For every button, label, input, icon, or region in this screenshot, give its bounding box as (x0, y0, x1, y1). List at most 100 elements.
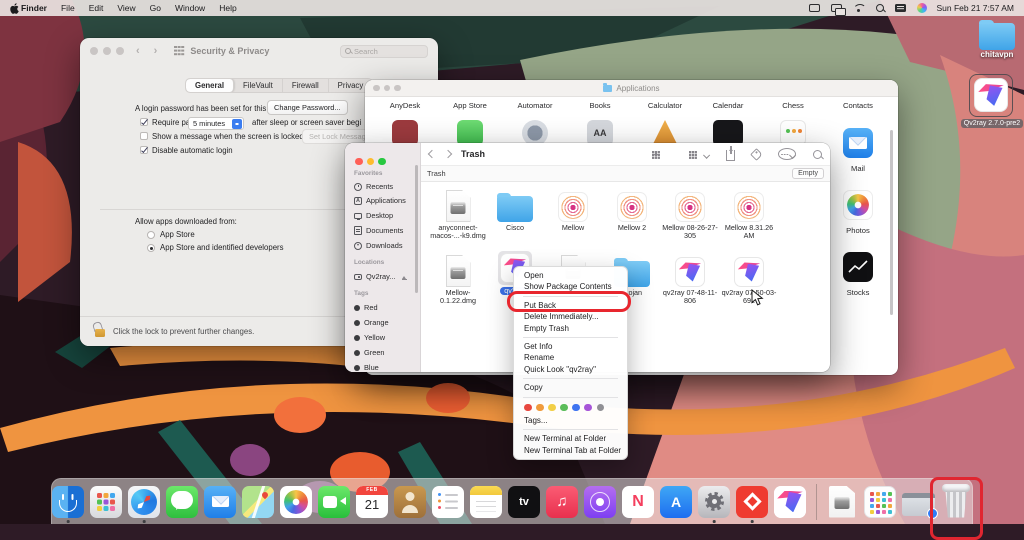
app-item-mail[interactable] (843, 128, 873, 158)
tab-general[interactable]: General (186, 79, 234, 92)
tag-purple-icon[interactable] (584, 404, 592, 412)
dock-item-notes[interactable] (470, 480, 503, 524)
app-label-anydesk[interactable]: AnyDesk (375, 101, 435, 110)
menu-go[interactable]: Go (150, 3, 161, 13)
show-message-checkbox[interactable] (140, 132, 148, 140)
app-label-calendar[interactable]: Calendar (698, 101, 758, 110)
file-mellow-3[interactable]: Mellow 08-26-27-305 (661, 188, 719, 240)
tag-orange-icon[interactable] (536, 404, 544, 412)
dock-item-qv2ray[interactable] (774, 480, 807, 524)
dock-item-mail[interactable] (204, 480, 237, 524)
tab-filevault[interactable]: FileVault (234, 79, 283, 92)
minimize-button[interactable] (367, 158, 375, 166)
empty-trash-button[interactable]: Empty (792, 168, 824, 179)
scrollbar[interactable] (890, 130, 893, 315)
file-mellow[interactable]: Mellow (544, 188, 602, 232)
sidebar-item-desktop[interactable]: Desktop (354, 211, 393, 220)
back-chevron-icon[interactable]: ‹ (136, 45, 140, 57)
app-label-books[interactable]: Books (570, 101, 630, 110)
menu-file[interactable]: File (61, 3, 75, 13)
menu-item-open[interactable]: Open (514, 270, 627, 281)
dock-item-calendar[interactable]: FEB21 (356, 480, 389, 524)
radio-app-store[interactable] (147, 231, 155, 239)
dock-item-tv[interactable]: tv (508, 480, 541, 524)
icon-view-icon[interactable] (652, 150, 672, 159)
dock-item-podcasts[interactable] (584, 480, 617, 524)
dock-item-reminders[interactable] (432, 480, 465, 524)
more-actions-icon[interactable] (778, 148, 796, 160)
desktop-icon-qv2ray[interactable] (974, 78, 1008, 112)
zoom-button[interactable] (378, 158, 386, 166)
require-password-checkbox[interactable] (140, 118, 148, 126)
dock-item-dmg-file[interactable] (826, 480, 859, 524)
tag-blue-icon[interactable] (572, 404, 580, 412)
desktop-icon-chitavpn[interactable]: chitavpn (977, 23, 1017, 59)
back-chevron-icon[interactable] (428, 150, 436, 158)
sidebar-tag-yellow[interactable]: Yellow (354, 333, 385, 342)
apple-menu-icon[interactable] (10, 3, 19, 14)
menu-item-rename[interactable]: Rename (514, 352, 627, 363)
applications-titlebar[interactable] (365, 80, 898, 97)
dock-item-downloads-stack[interactable] (864, 480, 897, 524)
tab-firewall[interactable]: Firewall (283, 79, 329, 92)
unlocked-padlock-icon[interactable] (95, 329, 105, 337)
tag-yellow-icon[interactable] (548, 404, 556, 412)
sidebar-tag-green[interactable]: Green (354, 348, 385, 357)
file-cisco-folder[interactable]: Cisco (486, 188, 544, 232)
menu-bar-clock[interactable]: Sun Feb 21 7:57 AM (937, 3, 1015, 13)
sidebar-item-downloads[interactable]: Downloads (354, 241, 403, 250)
search-field[interactable]: Search (340, 45, 428, 58)
menu-item-new-terminal[interactable]: New Terminal at Folder (514, 433, 627, 444)
dock-item-app-store[interactable]: A (660, 480, 693, 524)
menu-item-new-terminal-tab[interactable]: New Terminal Tab at Folder (514, 445, 627, 456)
dock-item-music[interactable]: ♫ (546, 480, 579, 524)
eject-icon[interactable] (401, 273, 408, 280)
sidebar-tag-blue[interactable]: Blue (354, 363, 379, 372)
siri-icon[interactable] (917, 3, 927, 13)
dock-item-photos[interactable] (280, 480, 313, 524)
app-item-photos[interactable] (843, 190, 873, 220)
search-icon[interactable] (813, 150, 822, 159)
menu-edit[interactable]: Edit (89, 3, 104, 13)
dock-item-trash[interactable] (940, 480, 973, 524)
minimize-button[interactable] (103, 47, 111, 55)
dock-item-messages[interactable] (166, 480, 199, 524)
minimize-button[interactable] (384, 85, 391, 92)
dock-item-finder[interactable] (52, 480, 85, 524)
sidebar-item-qv2ray-disk[interactable]: Qv2ray... (354, 272, 408, 281)
dock-item-safari[interactable] (128, 480, 161, 524)
file-anyconnect-dmg[interactable]: anyconnect-macos-...-k9.dmg (429, 188, 487, 240)
change-password-button[interactable]: Change Password... (267, 100, 348, 115)
forward-chevron-icon[interactable] (444, 150, 452, 158)
require-password-interval-dropdown[interactable]: 5 minutes (188, 117, 244, 130)
show-all-icon[interactable] (174, 46, 184, 56)
dock-item-system-preferences[interactable] (698, 480, 731, 524)
file-qv2ray-2[interactable]: qv2ray 07-48-11-806 (661, 253, 719, 305)
dock-item-launchpad[interactable] (90, 480, 123, 524)
group-view-icon[interactable] (689, 150, 709, 159)
sidebar-item-applications[interactable]: AApplications (354, 196, 406, 205)
menu-item-quick-look[interactable]: Quick Look "qv2ray" (514, 364, 627, 375)
menu-item-empty-trash[interactable]: Empty Trash (514, 323, 627, 334)
sidebar-scrollbar[interactable] (415, 165, 418, 293)
app-label-calculator[interactable]: Calculator (635, 101, 695, 110)
dock-item-news[interactable]: N (622, 480, 655, 524)
sidebar-tag-red[interactable]: Red (354, 303, 378, 312)
tag-red-icon[interactable] (524, 404, 532, 412)
radio-identified-developers[interactable] (147, 244, 155, 252)
wifi-icon[interactable] (853, 4, 865, 13)
disable-auto-login-checkbox[interactable] (140, 146, 148, 154)
close-button[interactable] (90, 47, 98, 55)
file-mellow-dmg[interactable]: Mellow-0.1.22.dmg (429, 253, 487, 305)
close-button[interactable] (373, 85, 380, 92)
app-label-automator[interactable]: Automator (505, 101, 565, 110)
dock-item-facetime[interactable] (318, 480, 351, 524)
sidebar-item-recents[interactable]: Recents (354, 182, 393, 191)
screen-mirroring-icon[interactable] (831, 4, 842, 12)
menu-item-tags[interactable]: Tags... (514, 415, 627, 426)
tag-gray-icon[interactable] (597, 404, 605, 412)
display-status-icon[interactable] (809, 4, 820, 12)
input-source-icon[interactable] (895, 4, 906, 12)
zoom-button[interactable] (394, 85, 401, 92)
file-mellow-4[interactable]: Mellow 8.31.26 AM (720, 188, 778, 240)
